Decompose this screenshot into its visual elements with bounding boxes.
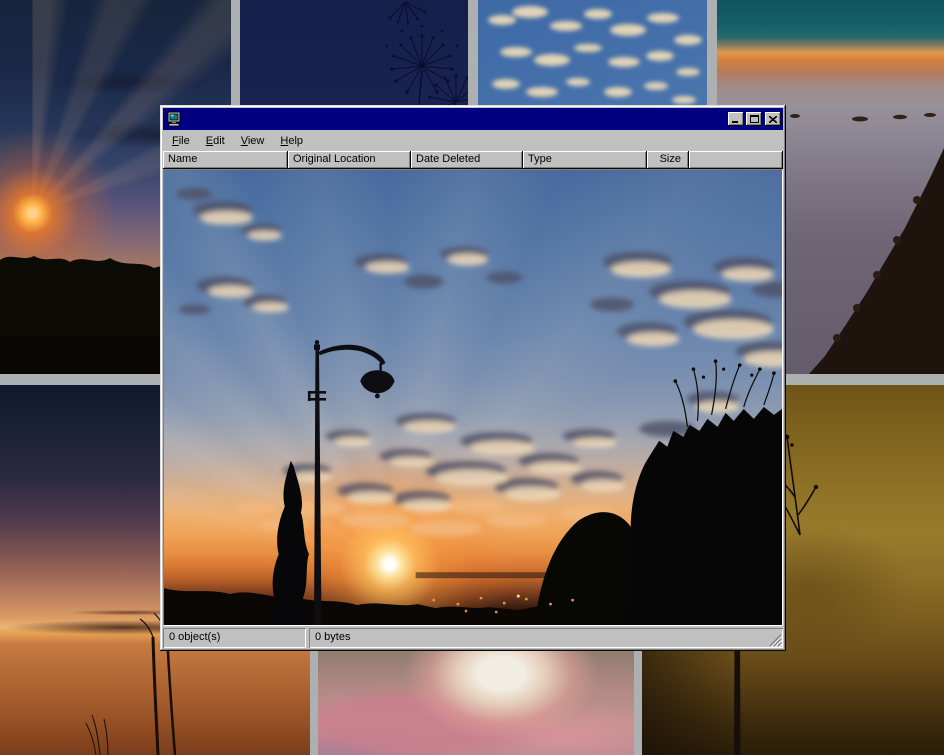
column-header-size[interactable]: Size (647, 151, 689, 169)
far-city-silhouette (416, 572, 547, 578)
status-bar: 0 object(s) 0 bytes (163, 628, 783, 648)
computer-monitor-icon (166, 111, 182, 127)
status-size-text: 0 bytes (315, 631, 350, 643)
column-header-spacer (689, 151, 783, 169)
close-icon (769, 116, 777, 123)
column-header-type[interactable]: Type (523, 151, 647, 169)
maximize-icon (750, 115, 759, 123)
column-header-date-deleted[interactable]: Date Deleted (411, 151, 523, 169)
street-lamp-silhouette (308, 340, 395, 625)
menu-edit[interactable]: Edit (198, 133, 233, 149)
cypress-silhouette (269, 461, 309, 625)
status-size: 0 bytes (309, 628, 783, 648)
tree-mass-silhouette (627, 407, 782, 625)
close-button[interactable] (765, 112, 781, 126)
resize-grip[interactable] (769, 634, 782, 647)
status-object-count: 0 object(s) (163, 628, 306, 648)
file-list-viewport[interactable] (163, 169, 783, 626)
column-header-name[interactable]: Name (163, 151, 288, 169)
maximize-button[interactable] (746, 112, 762, 126)
menu-file[interactable]: File (164, 133, 198, 149)
column-header-original-location[interactable]: Original Location (288, 151, 411, 169)
minimize-icon (732, 116, 740, 123)
title-bar[interactable] (163, 108, 783, 130)
menu-bar: File Edit View Help (163, 130, 783, 151)
menu-help[interactable]: Help (272, 133, 311, 149)
list-column-headers: Name Original Location Date Deleted Type… (163, 151, 783, 169)
minimize-button[interactable] (728, 112, 744, 126)
menu-view[interactable]: View (233, 133, 273, 149)
silhouette-layer (164, 170, 782, 625)
recycle-bin-window: File Edit View Help Name Original Locati… (160, 105, 786, 651)
